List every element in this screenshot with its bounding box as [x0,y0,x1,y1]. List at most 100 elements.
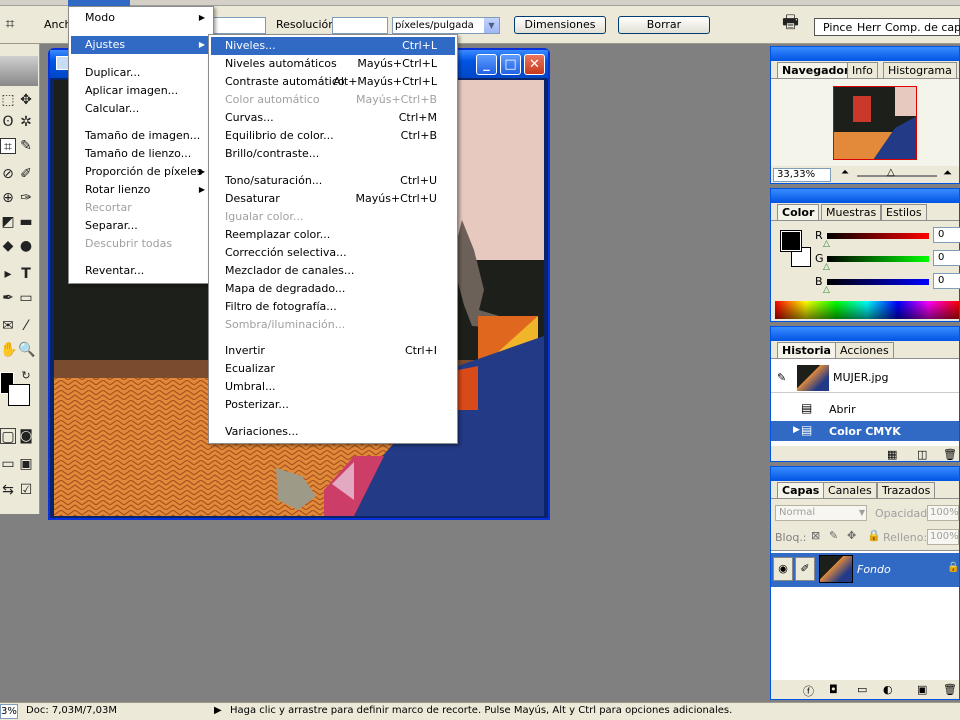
tab-navigator[interactable]: Navegador [777,62,855,78]
tab-paths[interactable]: Trazados [877,482,936,498]
menu-item-rotate-canvas[interactable]: Rotar lienzo ▶ [71,181,211,199]
dodge-icon[interactable]: ● [18,238,34,254]
slice-icon[interactable]: ✎ [18,138,34,154]
tab-layers[interactable]: Capas [777,482,825,498]
r-slider-handle[interactable]: △ [823,239,830,249]
b-value-field[interactable]: 0 [933,273,960,289]
eyedropper-icon[interactable]: ⁄ [18,318,34,334]
menu-item-auto-levels[interactable]: Niveles automáticos Mayús+Ctrl+L [211,55,455,73]
hand-icon[interactable]: ✋ [0,342,17,358]
chevron-down-icon[interactable]: ▼ [484,18,499,33]
dock-tab-layer-comps[interactable]: Comp. de capas [885,21,960,34]
quick-mask-icon[interactable]: ◙ [18,428,34,444]
dock-tab-brushes[interactable]: Pince [823,21,852,34]
foreground-color-swatch[interactable] [780,230,802,252]
pen-icon[interactable]: ✒ [0,290,16,306]
trash-icon[interactable]: 🗑 [943,448,957,461]
resolution-field[interactable] [332,17,388,34]
imageready-icon[interactable]: ☑ [18,482,34,498]
tab-history[interactable]: Historia [777,342,836,358]
crop-tool-icon[interactable]: ⌗ [0,138,16,155]
lasso-icon[interactable]: ʘ [0,114,16,130]
opacity-field[interactable]: 100% [927,505,959,521]
menu-item-hue-saturation[interactable]: Tono/saturación... Ctrl+U [211,172,455,190]
menu-item-desaturate[interactable]: Desaturar Mayús+Ctrl+U [211,190,455,208]
trash-icon[interactable]: 🗑 [943,683,957,696]
zoom-slider-handle[interactable]: △ [887,167,895,178]
clear-button[interactable]: Borrar [618,16,710,34]
blend-mode-select[interactable]: Normal ▼ [775,505,867,521]
tab-swatches[interactable]: Muestras [821,204,882,220]
navigator-thumbnail[interactable] [833,86,917,160]
menu-item-color-balance[interactable]: Equilibrio de color... Ctrl+B [211,127,455,145]
menu-item-calculations[interactable]: Calcular... [71,100,211,118]
palette-titlebar[interactable] [771,47,959,61]
palette-titlebar[interactable] [771,467,959,481]
height-field[interactable] [210,17,266,34]
history-brush-source-icon[interactable]: ✎ [777,371,786,384]
move-icon[interactable]: ✥ [18,92,34,108]
b-slider[interactable] [827,279,929,285]
layer-mask-icon[interactable]: ◘ [829,683,838,696]
new-layer-icon[interactable]: ▣ [917,683,927,696]
menu-item-selective-color[interactable]: Corrección selectiva... [211,244,455,262]
menu-item-auto-contrast[interactable]: Contraste automático Alt+Mayús+Ctrl+L [211,73,455,91]
palette-well-icon[interactable]: 🖶 [782,14,799,32]
menu-item-threshold[interactable]: Umbral... [211,378,455,396]
menu-item-gradient-map[interactable]: Mapa de degradado... [211,280,455,298]
status-menu-arrow-icon[interactable]: ▶ [214,705,222,716]
menu-item-brightness-contrast[interactable]: Brillo/contraste... [211,145,455,163]
eye-icon[interactable]: ◉ [773,557,793,581]
healing-brush-icon[interactable]: ⊘ [0,166,16,182]
fullscreen-icon[interactable]: ▣ [18,456,34,472]
g-slider[interactable] [827,256,929,262]
menu-item-mode[interactable]: Modo ▶ [71,9,211,27]
menu-item-curves[interactable]: Curvas... Ctrl+M [211,109,455,127]
history-step-selected[interactable]: ▶ ▤ Color CMYK [771,421,959,441]
brush-icon[interactable]: ✐ [18,166,34,182]
history-brush-icon[interactable]: ✑ [18,190,34,206]
menu-item-invert[interactable]: Invertir Ctrl+I [211,342,455,360]
lock-position-icon[interactable]: ✥ [847,529,856,542]
navigator-zoom-field[interactable]: 33,33% [773,168,831,182]
eraser-icon[interactable]: ◩ [0,214,16,230]
screen-mode-icon[interactable]: ▭ [0,456,16,472]
menu-item-canvas-size[interactable]: Tamaño de lienzo... [71,145,211,163]
palette-titlebar[interactable] [771,189,959,203]
tab-info[interactable]: Info [847,62,878,78]
tab-channels[interactable]: Canales [823,482,877,498]
menu-item-pixel-aspect[interactable]: Proporción de píxeles ▶ [71,163,211,181]
units-select[interactable]: píxeles/pulgada ▼ [392,17,500,34]
standard-mode-icon[interactable]: ▢ [0,428,16,445]
blur-icon[interactable]: ◆ [0,238,16,254]
zoom-in-icon[interactable]: ⏶ [943,166,952,180]
shape-icon[interactable]: ▭ [18,290,34,306]
zoom-icon[interactable]: 🔍 [18,342,35,358]
layer-style-icon[interactable]: ⓕ [803,683,814,699]
new-group-icon[interactable]: ▭ [857,683,867,696]
adjustment-layer-icon[interactable]: ◐ [883,683,893,696]
chevron-down-icon[interactable]: ▼ [859,506,865,520]
type-icon[interactable]: T [18,266,34,282]
b-slider-handle[interactable]: △ [823,285,830,295]
new-document-icon[interactable]: ▦ [887,448,897,461]
palette-titlebar[interactable] [771,327,959,341]
menu-item-apply-image[interactable]: Aplicar imagen... [71,82,211,100]
lock-paint-icon[interactable]: ✎ [829,529,838,542]
magic-wand-icon[interactable]: ✲ [18,114,34,130]
history-state-pointer-icon[interactable]: ▶ [793,425,800,435]
menu-item-adjustments[interactable]: Ajustes ▶ [71,36,211,54]
history-step[interactable]: ▤ Abrir [771,399,959,419]
menu-item-variations[interactable]: Variaciones... [211,423,455,441]
minimize-icon[interactable]: _ [476,54,497,75]
menu-item-trim[interactable]: Separar... [71,217,211,235]
color-ramp[interactable] [775,301,959,319]
menu-item-posterize[interactable]: Posterizar... [211,396,455,414]
zoom-out-icon[interactable]: ⏶ [841,167,849,178]
maximize-icon[interactable]: □ [500,54,521,75]
status-zoom-field[interactable]: 3% [0,704,18,719]
brush-icon[interactable]: ✐ [795,557,815,581]
background-swatch[interactable] [8,384,30,406]
path-select-icon[interactable]: ▸ [0,266,16,282]
layer-row[interactable]: ◉ ✐ Fondo 🔒 [771,553,959,587]
